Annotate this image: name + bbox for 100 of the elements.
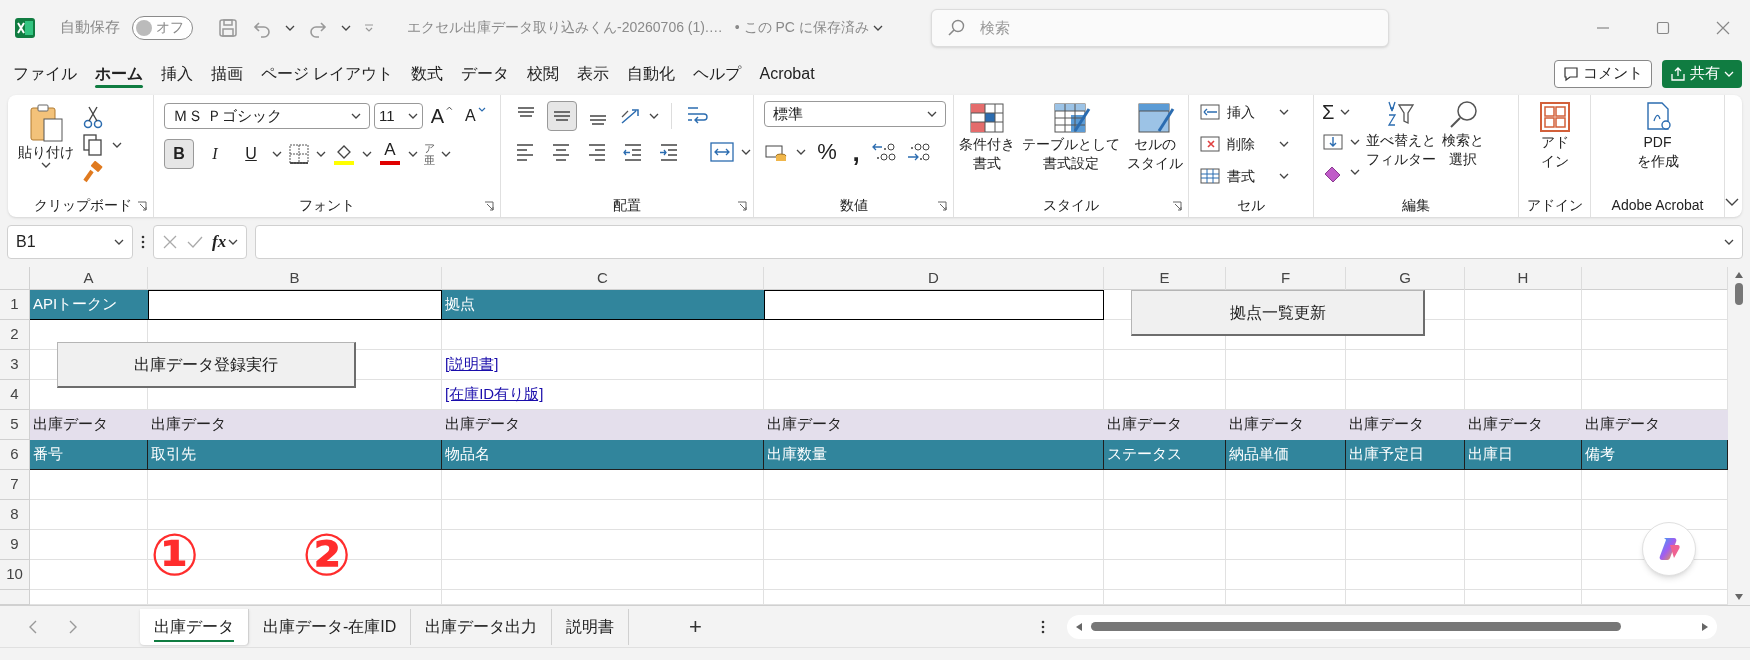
column-header[interactable]: C [442,267,764,290]
scrollbar-thumb[interactable] [1091,622,1622,631]
row-header[interactable]: 6 [0,440,30,470]
dialog-launcher-icon[interactable] [137,201,147,211]
more-options-icon[interactable] [141,235,145,249]
column-header[interactable]: A [30,267,148,290]
fill-down-icon[interactable] [1322,132,1344,152]
link[interactable]: [在庫ID有り版] [445,383,544,406]
paste-button[interactable]: 貼り付け [18,103,74,169]
formula-field[interactable] [255,225,1743,259]
scroll-left-icon[interactable] [1075,621,1084,632]
row-header[interactable]: 7 [0,470,30,500]
form-button[interactable]: 拠点一覧更新 [1131,290,1425,336]
italic-button[interactable]: I [200,139,230,169]
merge-center-icon[interactable] [709,140,735,164]
comment-button[interactable]: コメント [1554,59,1652,88]
menu-tab[interactable]: 表示 [568,55,619,92]
copilot-button[interactable] [1642,522,1696,576]
column-header[interactable]: F [1226,267,1346,290]
menu-tab[interactable]: 校閲 [518,55,569,92]
input-field[interactable] [148,290,442,320]
font-size-dropdown[interactable]: 11 [373,103,423,129]
group-label: アドイン [1526,195,1583,215]
autosum-button[interactable]: Σ [1322,99,1360,125]
scrollbar-thumb[interactable] [1735,283,1743,305]
more-options-icon[interactable] [1041,619,1046,634]
copy-icon[interactable] [82,133,104,157]
menu-tab[interactable]: ページ レイアウト [252,55,403,92]
check-icon[interactable] [186,234,204,250]
row-header[interactable]: 1 [0,290,30,320]
scroll-down-icon[interactable] [1734,593,1744,601]
caret-down-icon [477,107,486,113]
name-box[interactable]: B1 [7,225,133,259]
next-sheet-icon[interactable] [68,619,78,634]
sheet-tab[interactable]: 出庫データ [140,608,249,645]
close-icon[interactable] [1716,20,1730,35]
column-header[interactable]: G [1346,267,1465,290]
menu-tab[interactable]: ホーム [86,55,152,92]
autosave-toggle[interactable]: オフ [132,15,193,40]
bold-button[interactable]: B [164,139,194,169]
dialog-launcher-icon[interactable] [737,201,747,211]
underline-button[interactable]: U [236,139,266,169]
styles-button[interactable]: テーブルとして 書式設定 [1022,101,1120,173]
row-header[interactable]: 5 [0,410,30,440]
grow-font-button[interactable]: A [426,101,457,131]
search-field[interactable]: 検索 [930,8,1389,47]
maximize-icon[interactable] [1656,20,1670,35]
form-button[interactable]: 出庫データ登録実行 [57,342,356,388]
sheet-tab[interactable]: 出庫データ-在庫ID [249,608,412,645]
scroll-up-icon[interactable] [1734,271,1744,279]
scissors-icon[interactable] [82,105,104,129]
menu-tab[interactable]: ヘルプ [684,55,751,92]
number-format-dropdown[interactable]: 標準 [764,101,946,127]
menu-tab[interactable]: ファイル [4,55,86,92]
align-middle-button[interactable] [547,101,577,131]
caret-icon [1279,140,1289,148]
column-header[interactable]: D [764,267,1104,290]
create-pdf-button[interactable]: PDF を作成 [1636,101,1679,193]
cells-button[interactable]: 削除 [1199,131,1303,157]
menu-tab[interactable]: Acrobat [750,55,824,92]
cells-button[interactable]: 挿入 [1199,99,1303,125]
sheet-tab[interactable]: 説明書 [552,608,630,645]
add-sheet-button[interactable]: + [683,610,708,643]
sheet-tab[interactable]: 出庫データ出力 [411,608,553,645]
dialog-launcher-icon[interactable] [484,201,494,211]
dialog-launcher-icon[interactable] [937,201,947,211]
row-header[interactable]: 10 [0,560,30,590]
font-name-dropdown[interactable]: ＭＳ Ｐゴシック [164,103,370,129]
menu-tab[interactable]: 数式 [402,55,453,92]
editing-button[interactable]: 並べ替えと フィルター [1366,99,1436,169]
cells-button[interactable]: 書式 [1199,163,1303,189]
scroll-right-icon[interactable] [1701,621,1710,632]
row-header[interactable]: 3 [0,350,30,380]
editing-button[interactable]: 検索と 選択 [1442,99,1484,169]
row-header[interactable]: 2 [0,320,30,350]
phonetic-guide-button[interactable]: ア亜 [424,142,435,166]
menu-tab[interactable]: データ [452,55,519,92]
menu-tab[interactable]: 自動化 [618,55,685,92]
format-painter-icon[interactable] [82,161,104,185]
link[interactable]: [説明書] [445,353,499,376]
row-header[interactable]: 8 [0,500,30,530]
column-header[interactable]: B [148,267,442,290]
column-header[interactable]: H [1465,267,1582,290]
previous-sheet-icon[interactable] [28,619,38,634]
input-field[interactable] [764,290,1104,320]
collapse-ribbon-icon[interactable] [1725,197,1739,207]
dialog-launcher-icon[interactable] [1172,201,1182,211]
add-ins-button[interactable]: アド イン [1538,101,1571,193]
borders-icon[interactable] [288,143,310,165]
shrink-font-button[interactable]: A [460,101,490,131]
percent-button[interactable]: % [814,135,840,168]
menu-tab[interactable]: 描画 [202,55,252,92]
styles-button[interactable]: セルの スタイル [1126,101,1183,173]
column-header[interactable]: E [1104,267,1226,290]
row-header[interactable]: 9 [0,530,30,560]
share-button[interactable]: 共有 [1662,59,1742,88]
menu-tab[interactable]: 挿入 [152,55,202,92]
row-header[interactable]: 4 [0,380,30,410]
font-color-button[interactable]: A [378,139,402,169]
styles-button[interactable]: 条件付き 書式 [959,101,1016,173]
